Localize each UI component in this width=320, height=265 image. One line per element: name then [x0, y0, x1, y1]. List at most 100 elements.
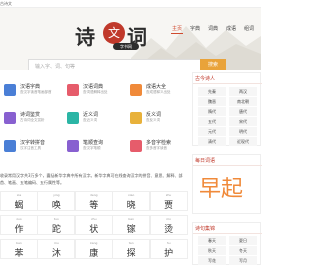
stroke-icon — [67, 140, 79, 152]
tool-hanyu-zidian[interactable]: 汉语字典 查汉字读音笔画部首 — [2, 80, 60, 104]
dictionary-icon — [4, 84, 16, 96]
author-tag[interactable]: 先秦 — [198, 87, 226, 96]
tool-pinyin[interactable]: 汉字转拼音 汉字注音工具 — [2, 136, 60, 160]
tool-sub: 汉字注音工具 — [20, 146, 41, 150]
poem-tag[interactable]: 写月 — [229, 256, 257, 265]
polyphone-icon — [130, 140, 142, 152]
pinyin-icon — [4, 140, 16, 152]
nav-home[interactable]: 主页 — [172, 25, 182, 32]
char-card[interactable]: xiao 晓 — [112, 191, 151, 211]
char-pinyin: ying — [53, 193, 60, 197]
author-tag[interactable]: 明代 — [229, 127, 257, 136]
tool-bishun[interactable]: 笔顺查询 查汉字笔顺 — [65, 136, 123, 160]
main-nav: 主页 字典 词典 成语 组词 — [168, 25, 261, 35]
nav-zidian[interactable]: 字典 — [190, 25, 200, 32]
nav-zuci[interactable]: 组词 — [244, 25, 254, 32]
char-card[interactable]: hu 护 — [149, 239, 188, 259]
tool-title: 成语大全 — [146, 84, 167, 90]
char-card[interactable]: deng 等 — [74, 191, 113, 211]
char-card[interactable]: mo 烫 — [149, 215, 188, 235]
author-tag[interactable]: 元代 — [198, 127, 226, 136]
char-card[interactable]: ban 镓 — [112, 215, 151, 235]
tool-fanyici[interactable]: 反义词 查反义词 — [128, 108, 186, 132]
author-tag[interactable]: 魏晋 — [198, 97, 226, 106]
tool-title: 汉语词典 — [83, 84, 104, 90]
char-glyph: 护 — [164, 249, 174, 259]
site-logo[interactable]: 诗 文 词 字书网 — [75, 21, 170, 50]
author-tag[interactable]: 南北朝 — [229, 97, 257, 106]
poem-tag[interactable]: 写花 — [198, 256, 226, 265]
char-pinyin: hu — [166, 241, 171, 245]
poem-icon — [4, 112, 16, 124]
tool-sub: 古诗词全文赏析 — [20, 118, 45, 122]
char-card[interactable]: zhu 贾 — [149, 191, 188, 211]
tool-title: 汉语字典 — [20, 84, 41, 90]
char-card[interactable]: mu 沐 — [37, 239, 76, 259]
top-bar-text: 古诗文 — [0, 1, 12, 6]
idiom-icon — [130, 84, 142, 96]
character-grid: xie 蝎 ying 唤 deng 等 xiao 晓 zhu 贾 zuo 作 tuo 跎 zhu 状 ban 镓 m… — [0, 191, 188, 265]
daily-word[interactable]: 早起 — [199, 171, 243, 203]
char-pinyin: zhu — [91, 217, 97, 221]
logo-subtitle: 字书网 — [113, 43, 139, 50]
char-card[interactable]: ying 唤 — [37, 191, 76, 211]
char-glyph: 晓 — [126, 201, 136, 211]
char-pinyin: xie — [16, 193, 22, 197]
char-card[interactable]: zuo 作 — [0, 215, 38, 235]
char-card[interactable]: tan 探 — [112, 239, 151, 259]
char-glyph: 烫 — [164, 225, 174, 235]
top-bar: 古诗文 — [0, 0, 261, 8]
tool-shici[interactable]: 诗词鉴赏 古诗词全文赏析 — [2, 108, 60, 132]
synonym-icon — [67, 112, 79, 124]
author-tag[interactable]: 两汉 — [229, 87, 257, 96]
tool-sub: 查多音字读音 — [146, 146, 167, 150]
author-tag[interactable]: 近现代 — [229, 137, 257, 146]
nav-active-indicator — [171, 33, 183, 34]
char-card[interactable]: tuo 跎 — [37, 215, 76, 235]
char-pinyin: mo — [166, 217, 171, 221]
poem-tag[interactable]: 秋天 — [198, 246, 226, 255]
tool-chengyu[interactable]: 成语大全 查成语释义出处 — [128, 80, 186, 104]
tool-hanyu-cidian[interactable]: 汉语词典 查词语解释出处 — [65, 80, 123, 104]
char-glyph: 贾 — [164, 201, 174, 211]
tool-title: 笔顺查询 — [83, 140, 104, 146]
tool-title: 近义词 — [83, 112, 99, 118]
logo-char-1: 诗 — [75, 25, 95, 49]
nav-chengyu[interactable]: 成语 — [226, 25, 236, 32]
divider — [193, 83, 262, 84]
tool-jinyici[interactable]: 近义词 查近义词 — [65, 108, 123, 132]
daily-word-panel: 每日词语 早起 — [192, 154, 262, 214]
search-button[interactable]: 搜索 — [200, 59, 226, 70]
char-card[interactable]: xie 蝎 — [0, 191, 38, 211]
divider — [193, 165, 262, 166]
poem-tag[interactable]: 夏日 — [229, 236, 257, 245]
poem-tag[interactable]: 春天 — [198, 236, 226, 245]
char-pinyin: zhu — [165, 193, 172, 197]
author-tag[interactable]: 五代 — [198, 117, 226, 126]
char-pinyin: ben — [16, 241, 22, 245]
tool-duoyinzi[interactable]: 多音字检索 查多音字读音 — [128, 136, 186, 160]
tool-sub: 查反义词 — [146, 118, 160, 122]
author-tag[interactable]: 隋代 — [198, 107, 226, 116]
tools-grid: 汉语字典 查汉字读音笔画部首 汉语词典 查词语解释出处 成语大全 查成语释义出处 诗词… — [0, 78, 187, 164]
char-glyph: 探 — [126, 249, 136, 259]
nav-cidian[interactable]: 词典 — [208, 25, 218, 32]
tool-title: 汉字转拼音 — [20, 140, 46, 146]
tool-sub: 查汉字读音笔画部首 — [20, 90, 52, 94]
author-tag[interactable]: 唐代 — [229, 107, 257, 116]
char-card[interactable]: zhu 状 — [74, 215, 113, 235]
authors-panel: 古今诗人 先秦 两汉 魏晋 南北朝 隋代 唐代 五代 宋代 元代 明代 清代 近现代 — [192, 72, 262, 146]
intro-text: 收录常用汉字共3万多个，囊括新华字典中所有汉字。新华字典可在线查询汉字的拼音、意… — [0, 173, 183, 185]
tool-title: 反义词 — [146, 112, 162, 118]
char-card[interactable]: kang 康 — [74, 239, 113, 259]
search-box: 输入字、词、句等 搜索 — [28, 59, 226, 70]
char-glyph: 康 — [89, 249, 99, 259]
poem-tag[interactable]: 冬天 — [229, 246, 257, 255]
author-tag[interactable]: 宋代 — [229, 117, 257, 126]
char-card[interactable]: ben 苯 — [0, 239, 38, 259]
author-tag[interactable]: 清代 — [198, 137, 226, 146]
char-glyph: 状 — [89, 225, 99, 235]
char-pinyin: deng — [90, 193, 98, 197]
search-input[interactable]: 输入字、词、句等 — [35, 63, 75, 70]
char-pinyin: mu — [53, 241, 59, 245]
